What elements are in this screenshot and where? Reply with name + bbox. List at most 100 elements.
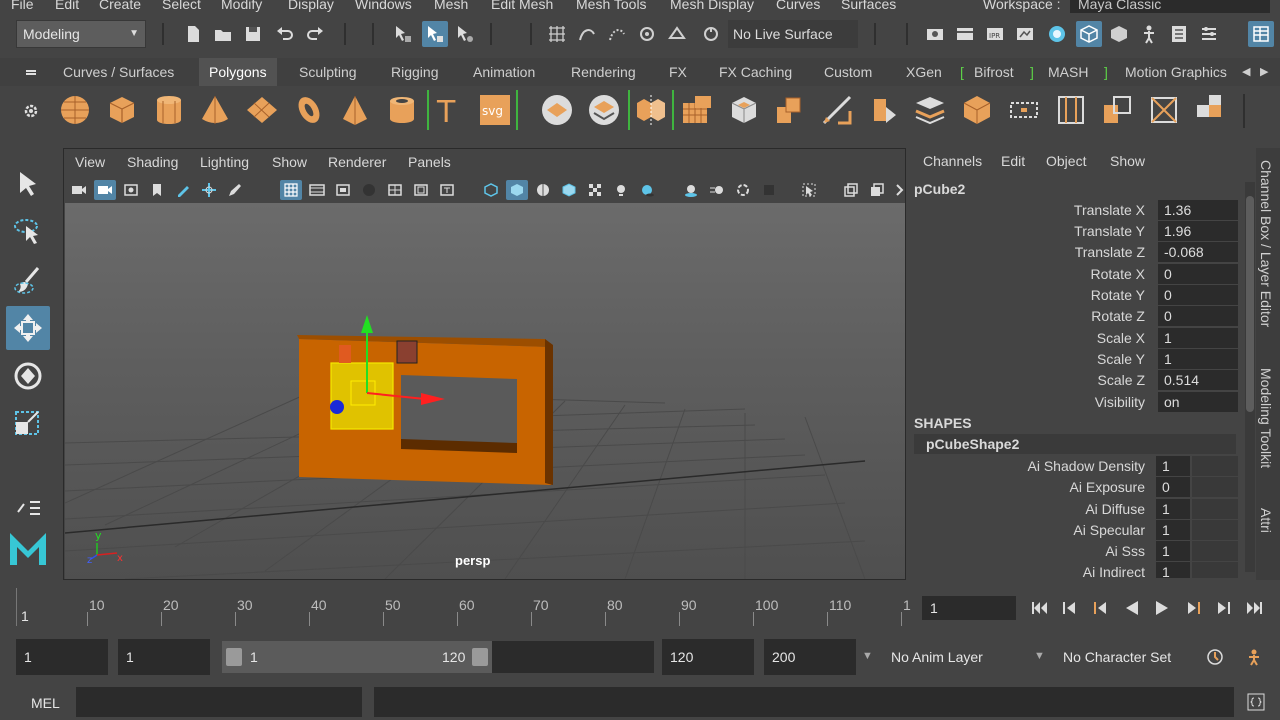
menu-curves[interactable]: Curves — [776, 0, 820, 12]
multi-cut-icon[interactable] — [818, 90, 856, 130]
separate-icon[interactable] — [585, 90, 623, 130]
shelf-tab-sculpting[interactable]: Sculpting — [299, 58, 357, 86]
animation-start-field[interactable]: 1 — [16, 639, 108, 675]
live-surface-field[interactable]: No Live Surface — [728, 20, 858, 48]
shadows-icon[interactable] — [636, 180, 658, 200]
render-frame-icon[interactable] — [952, 21, 978, 47]
play-forward-icon[interactable] — [1150, 596, 1174, 620]
poly-cylinder-icon[interactable] — [150, 90, 188, 130]
scale-tool-icon[interactable] — [6, 402, 50, 446]
shelf-tab-motion-graphics[interactable]: Motion Graphics — [1125, 58, 1227, 86]
fill-hole-icon[interactable] — [958, 90, 996, 130]
shelf-tab-animation[interactable]: Animation — [473, 58, 535, 86]
attribute-value-field[interactable]: 1 — [1156, 520, 1190, 540]
use-all-lights-icon[interactable] — [610, 180, 632, 200]
shape-attribute-row[interactable]: Ai Exposure 0 — [908, 477, 1238, 498]
gear-icon[interactable] — [18, 98, 44, 124]
image-plane-icon[interactable] — [120, 180, 142, 200]
shelf-tab-custom[interactable]: Custom — [824, 58, 872, 86]
playback-start-field[interactable]: 1 — [118, 639, 210, 675]
attribute-value-field[interactable]: on — [1158, 392, 1238, 412]
poly-sphere-icon[interactable] — [56, 90, 94, 130]
menu-mesh-tools[interactable]: Mesh Tools — [576, 0, 647, 12]
go-to-start-icon[interactable] — [1028, 596, 1052, 620]
bevel-icon[interactable] — [772, 90, 810, 130]
shelf-tab-fx[interactable]: FX — [669, 58, 687, 86]
toggle-channel-box-icon[interactable] — [1106, 21, 1132, 47]
go-to-end-icon[interactable] — [1242, 596, 1266, 620]
quad-draw-icon[interactable] — [1145, 90, 1183, 130]
extrude-icon[interactable] — [725, 90, 763, 130]
hypershade-icon[interactable] — [1044, 21, 1070, 47]
channel-box-menu-object[interactable]: Object — [1046, 153, 1086, 169]
channel-box-layer-editor-icon[interactable] — [1248, 21, 1274, 47]
menu-select[interactable]: Select — [162, 0, 201, 12]
menu-mesh-display[interactable]: Mesh Display — [670, 0, 754, 12]
viewport-menu-lighting[interactable]: Lighting — [200, 154, 249, 170]
play-backward-icon[interactable] — [1120, 596, 1144, 620]
render-view-icon[interactable] — [1012, 21, 1038, 47]
insert-edge-loop-icon[interactable] — [1052, 90, 1090, 130]
attribute-value-field[interactable]: -0.068 — [1158, 242, 1238, 262]
menu-windows[interactable]: Windows — [355, 0, 412, 12]
target-weld-icon[interactable] — [864, 90, 902, 130]
offset-edge-loop-icon[interactable] — [1098, 90, 1136, 130]
wireframe-on-shaded-icon[interactable] — [558, 180, 580, 200]
shape-node-name[interactable]: pCubeShape2 — [914, 434, 1236, 454]
safe-action-icon[interactable] — [410, 180, 432, 200]
append-polygon-icon[interactable] — [1005, 90, 1043, 130]
safe-title-icon[interactable] — [436, 180, 458, 200]
select-tool-icon[interactable] — [6, 162, 50, 206]
playback-end-field[interactable]: 120 — [662, 639, 754, 675]
shape-attribute-row[interactable]: Ai Indirect 1 — [908, 562, 1238, 578]
character-set-select[interactable]: No Character Set — [1063, 649, 1171, 665]
menu-surfaces[interactable]: Surfaces — [841, 0, 896, 12]
attribute-value-field[interactable]: 1.36 — [1158, 200, 1238, 220]
shelf-tab-rigging[interactable]: Rigging — [391, 58, 438, 86]
pencil-icon[interactable] — [224, 180, 246, 200]
render-settings-icon[interactable] — [922, 21, 948, 47]
open-scene-icon[interactable] — [210, 21, 236, 47]
attribute-row[interactable]: Scale X 1 — [908, 328, 1238, 349]
tool-settings-icon[interactable] — [1196, 21, 1222, 47]
viewport-menu-show[interactable]: Show — [272, 154, 307, 170]
svg-tool-icon[interactable]: svg — [476, 90, 514, 130]
script-language-toggle[interactable]: MEL — [31, 695, 60, 711]
mirror-icon[interactable] — [632, 90, 670, 130]
attribute-value-field[interactable]: 1 — [1156, 499, 1190, 519]
rotate-tool-icon[interactable] — [6, 354, 50, 398]
type-tool-icon[interactable]: T — [430, 90, 468, 130]
channel-box-menu-show[interactable]: Show — [1110, 153, 1145, 169]
shelf-tab-bifrost[interactable]: Bifrost — [974, 58, 1014, 86]
gate-mask-icon[interactable] — [358, 180, 380, 200]
undo-icon[interactable] — [272, 21, 298, 47]
redo-icon[interactable] — [302, 21, 328, 47]
step-forward-frame-icon[interactable] — [1211, 596, 1235, 620]
shelf-tab-rendering[interactable]: Rendering — [571, 58, 636, 86]
menu-file[interactable]: File — [11, 0, 34, 12]
last-tool-options-icon[interactable] — [6, 496, 50, 520]
shelf-menu-icon[interactable] — [18, 60, 44, 86]
ipr-render-icon[interactable]: IPR — [982, 21, 1008, 47]
animation-preferences-icon[interactable] — [1242, 645, 1266, 669]
smooth-icon[interactable] — [678, 90, 716, 130]
snap-to-grid-icon[interactable] — [544, 21, 570, 47]
attribute-value-field[interactable]: 1.96 — [1158, 221, 1238, 241]
xray-icon[interactable] — [840, 180, 862, 200]
channel-box-scrollbar[interactable] — [1245, 182, 1255, 572]
poly-plane-icon[interactable] — [243, 90, 281, 130]
range-end-handle[interactable] — [472, 648, 488, 666]
attribute-value-field[interactable]: 0 — [1158, 264, 1238, 284]
command-input[interactable] — [76, 687, 362, 717]
attribute-value-field[interactable]: 1 — [1158, 328, 1238, 348]
grease-pencil-icon[interactable] — [172, 180, 194, 200]
step-back-key-icon[interactable] — [1089, 596, 1113, 620]
attribute-row[interactable]: Rotate X 0 — [908, 264, 1238, 285]
smooth-shade-all-icon[interactable] — [506, 180, 528, 200]
attribute-editor-icon[interactable] — [1166, 21, 1192, 47]
step-forward-key-icon[interactable] — [1181, 596, 1205, 620]
select-by-hierarchy-icon[interactable] — [390, 21, 416, 47]
channel-box-menu-channels[interactable]: Channels — [923, 153, 982, 169]
animation-end-field[interactable]: 200 — [764, 639, 856, 675]
bookmark-icon[interactable] — [146, 180, 168, 200]
